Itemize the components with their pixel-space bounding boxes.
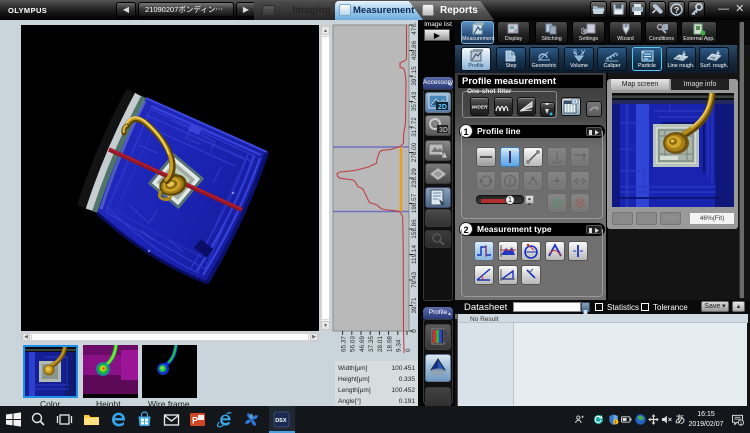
svg-text:317.72: 317.72: [411, 117, 418, 137]
svg-text:278.00: 278.00: [411, 142, 418, 162]
svg-text:!: !: [615, 420, 616, 425]
svg-text:WiDER: WiDER: [472, 105, 488, 111]
svg-text:37.35: 37.35: [368, 336, 375, 352]
svg-text:476.58: 476.58: [411, 23, 418, 35]
svg-text:65.37: 65.37: [340, 336, 347, 352]
svg-text:2D: 2D: [438, 104, 447, 111]
svg-text:18.68: 18.68: [386, 336, 393, 352]
svg-text:28.01: 28.01: [377, 336, 384, 352]
svg-text:238.29: 238.29: [411, 168, 418, 188]
svg-text:56.03: 56.03: [350, 336, 357, 352]
svg-text:198.57: 198.57: [411, 193, 418, 213]
svg-text:3D: 3D: [439, 127, 448, 134]
svg-text:79.43: 79.43: [411, 272, 418, 288]
svg-text:V: V: [581, 50, 585, 56]
svg-text:46.69: 46.69: [359, 336, 366, 352]
svg-text:436.86: 436.86: [411, 40, 418, 60]
svg-text:?: ?: [674, 5, 679, 15]
svg-text:39.71: 39.71: [411, 297, 418, 313]
svg-text:9.34: 9.34: [396, 339, 403, 352]
svg-text:119.14: 119.14: [411, 245, 418, 265]
svg-text:0: 0: [405, 348, 412, 352]
svg-text:158.86: 158.86: [411, 219, 418, 239]
svg-text:P: P: [192, 416, 198, 426]
svg-text:DSX: DSX: [275, 418, 287, 424]
svg-text:0: 0: [411, 329, 418, 333]
svg-text:S: S: [573, 50, 577, 56]
svg-text:397.15: 397.15: [411, 66, 418, 86]
svg-text:357.43: 357.43: [411, 91, 418, 111]
